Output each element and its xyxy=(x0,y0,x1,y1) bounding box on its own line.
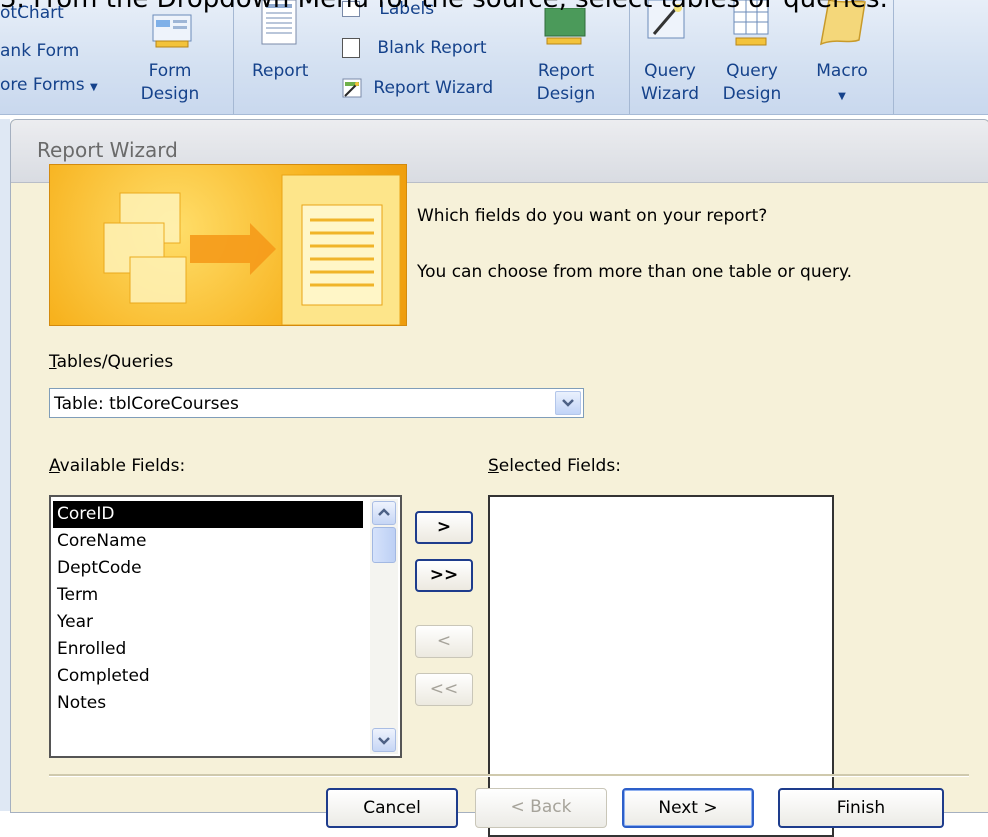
background-window-edge xyxy=(0,119,10,811)
footer-divider xyxy=(49,774,969,777)
scroll-down-icon[interactable] xyxy=(372,728,396,752)
report-design-button[interactable]: Report Design xyxy=(528,62,604,104)
macro-button[interactable]: Macro ▼ xyxy=(806,62,878,106)
report-wizard-dialog: Report Wizard Which fields do you want o… xyxy=(10,119,988,837)
query-wizard-button[interactable]: Query Wizard xyxy=(639,62,701,104)
vertical-scrollbar[interactable] xyxy=(370,499,398,754)
query-wizard-line2: Wizard xyxy=(641,84,699,104)
selected-fields-label: Selected Fields: xyxy=(488,456,621,476)
tables-queries-dropdown[interactable]: Table: tblCoreCourses xyxy=(49,388,584,418)
list-item[interactable]: Enrolled xyxy=(53,636,363,663)
report-button[interactable]: Report xyxy=(252,62,308,81)
query-wizard-line1: Query xyxy=(644,61,696,81)
report-design-icon[interactable] xyxy=(543,7,587,50)
report-wizard-icon xyxy=(342,78,362,98)
finish-button[interactable]: Finish xyxy=(778,788,944,828)
wizard-hint: You can choose from more than one table … xyxy=(417,262,853,282)
instruction-caption: 3. From the Dropdown Menu for the source… xyxy=(0,0,988,14)
add-all-fields-button[interactable]: >> xyxy=(415,559,473,592)
query-design-button[interactable]: Query Design xyxy=(720,62,784,104)
scrollbar-thumb[interactable] xyxy=(372,527,396,563)
wizard-banner-illustration xyxy=(49,164,407,326)
query-design-line1: Query xyxy=(726,61,778,81)
ribbon-separator xyxy=(233,0,234,114)
remove-field-button[interactable]: < xyxy=(415,625,473,658)
back-button[interactable]: < Back xyxy=(475,788,607,828)
report-wizard-button[interactable]: Report Wizard xyxy=(342,78,493,98)
ribbon: otChart ank Form ore Forms ▼ Form Design xyxy=(0,0,988,115)
dialog-title: Report Wizard xyxy=(37,138,178,162)
form-design-line1: Form xyxy=(148,61,192,81)
dropdown-arrow-icon: ▼ xyxy=(838,91,846,102)
blank-report-icon xyxy=(342,38,360,58)
list-item[interactable]: Notes xyxy=(53,690,363,717)
more-forms-label: ore Forms xyxy=(0,75,85,95)
selected-fields-list[interactable] xyxy=(488,495,834,837)
available-fields-label: Available Fields: xyxy=(49,456,186,476)
more-forms-button[interactable]: ore Forms ▼ xyxy=(0,76,98,97)
list-item[interactable]: Year xyxy=(53,609,363,636)
tables-queries-value: Table: tblCoreCourses xyxy=(54,394,239,414)
cancel-button[interactable]: Cancel xyxy=(326,788,458,828)
next-button[interactable]: Next > xyxy=(622,788,754,828)
ribbon-separator xyxy=(893,0,894,114)
ribbon-separator xyxy=(629,0,630,114)
form-design-button[interactable]: Form Design xyxy=(140,62,200,104)
list-item[interactable]: CoreID xyxy=(53,501,363,528)
list-item[interactable]: DeptCode xyxy=(53,555,363,582)
macro-label: Macro xyxy=(816,61,868,81)
report-design-line2: Design xyxy=(536,84,596,104)
report-wizard-label: Report Wizard xyxy=(373,78,494,98)
available-fields-list[interactable]: CoreID CoreName DeptCode Term Year Enrol… xyxy=(49,495,402,758)
report-design-line1: Report xyxy=(537,61,595,81)
form-design-icon[interactable] xyxy=(150,12,194,48)
chevron-down-icon[interactable] xyxy=(555,391,581,415)
list-item[interactable]: CoreName xyxy=(53,528,363,555)
list-item[interactable]: Completed xyxy=(53,663,363,690)
scroll-up-icon[interactable] xyxy=(372,501,396,525)
blank-report-label: Blank Report xyxy=(377,38,487,58)
add-field-button[interactable]: > xyxy=(415,511,473,544)
wizard-question: Which fields do you want on your report? xyxy=(417,206,768,226)
dropdown-arrow-icon: ▼ xyxy=(89,82,98,93)
list-item[interactable]: Term xyxy=(53,582,363,609)
form-design-line2: Design xyxy=(140,84,200,104)
blank-form-button[interactable]: ank Form xyxy=(0,42,79,61)
query-design-line2: Design xyxy=(722,84,782,104)
remove-all-fields-button[interactable]: << xyxy=(415,673,473,706)
tables-queries-label: Tables/Queries xyxy=(49,352,174,372)
blank-report-button[interactable]: Blank Report xyxy=(342,38,487,58)
